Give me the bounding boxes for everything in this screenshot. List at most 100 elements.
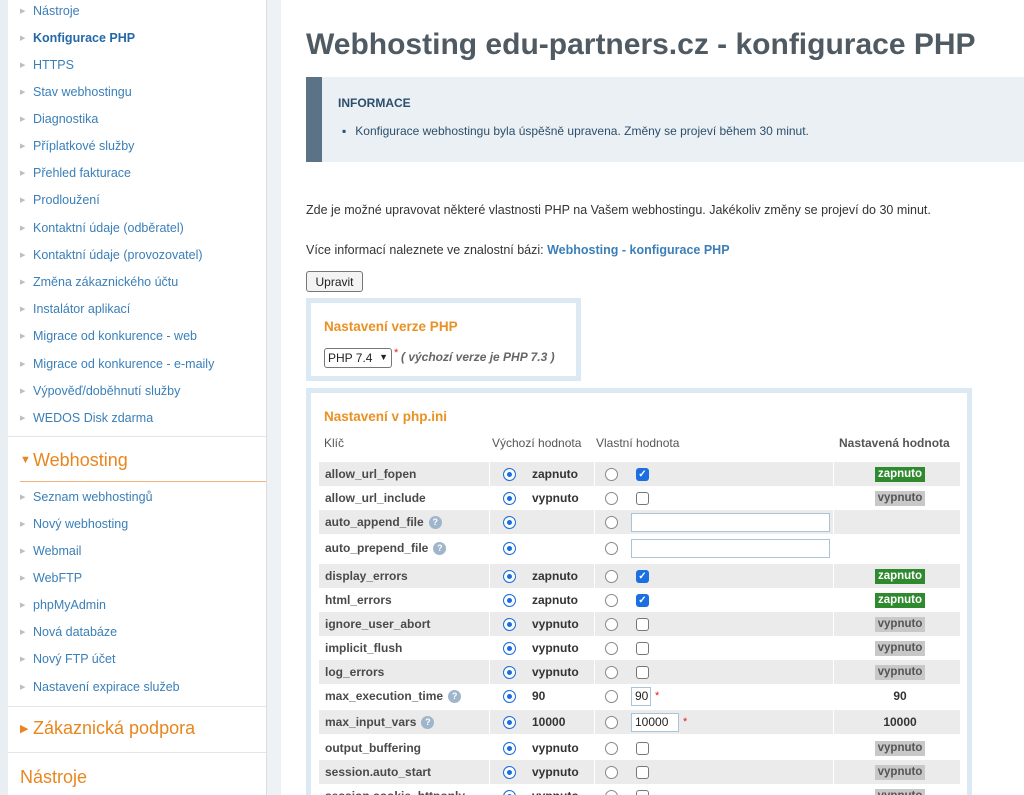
sidebar-section-support[interactable]: ▶ Zákaznická podpora <box>20 715 195 741</box>
caret-right-icon: ▶ <box>20 143 26 150</box>
custom-radio[interactable] <box>605 784 618 795</box>
custom-radio[interactable] <box>605 710 618 734</box>
sidebar-item-0[interactable]: ▶ Nástroje <box>20 1 80 21</box>
custom-radio[interactable] <box>605 536 618 560</box>
custom-radio[interactable] <box>605 510 618 534</box>
set-value: 90 <box>893 689 907 703</box>
custom-checkbox[interactable] <box>636 486 649 510</box>
sidebar-item-11[interactable]: ▶ Instalátor aplikací <box>20 299 130 319</box>
custom-checkbox[interactable]: ✓ <box>636 564 649 588</box>
custom-number-field[interactable]: 10000 <box>631 712 679 732</box>
custom-text-field[interactable] <box>631 538 830 558</box>
radio-selected-icon <box>503 641 516 655</box>
custom-text-input[interactable] <box>631 510 830 534</box>
help-icon[interactable]: ? <box>428 515 442 529</box>
default-radio[interactable] <box>503 564 516 588</box>
default-radio[interactable] <box>503 612 516 636</box>
custom-radio[interactable] <box>605 684 618 708</box>
custom-radio[interactable] <box>605 462 618 486</box>
sidebar-section-webhosting[interactable]: ▼ Webhosting <box>20 447 128 473</box>
ini-key-text: session.cookie_httponly <box>325 789 465 795</box>
default-value: zapnuto <box>532 467 578 481</box>
sidebar-item-4[interactable]: ▶ Diagnostika <box>20 109 98 129</box>
sidebar-item-2[interactable]: ▶ HTTPS <box>20 55 74 75</box>
sidebar-item-6[interactable]: ▶ Přehled fakturace <box>20 163 131 183</box>
custom-radio[interactable] <box>605 760 618 784</box>
ini-key-text: html_errors <box>325 593 392 607</box>
radio-selected-icon <box>503 715 516 729</box>
sidebar-item-3[interactable]: ▶ Stav webhostingu <box>20 82 132 102</box>
custom-checkbox[interactable]: ✓ <box>636 462 649 486</box>
custom-checkbox[interactable] <box>636 636 649 660</box>
sidebar-item-8[interactable]: ▶ Kontaktní údaje (odběratel) <box>20 218 184 238</box>
php-version-select[interactable]: PHP 7.4 ▼ <box>324 348 392 368</box>
status-badge: zapnuto <box>874 568 926 584</box>
sidebar-item-10[interactable]: ▶ Změna zákaznického účtu <box>20 272 178 292</box>
default-radio[interactable] <box>503 510 516 534</box>
checkbox-unchecked-icon <box>636 741 649 755</box>
custom-text-input[interactable] <box>631 536 830 560</box>
sidebar-item-9[interactable]: ▶ Kontaktní údaje (provozovatel) <box>20 245 203 265</box>
sidebar-item-15[interactable]: ▶ WEDOS Disk zdarma <box>20 408 153 428</box>
sidebar-item-7[interactable]: ▶ Prodloužení <box>20 190 100 210</box>
sidebar-webhosting-item-6[interactable]: ▶ Nový FTP účet <box>20 649 115 669</box>
default-value: vypnuto <box>532 617 579 631</box>
custom-radio[interactable] <box>605 612 618 636</box>
default-radio[interactable] <box>503 536 516 560</box>
kb-link[interactable]: Webhosting - konfigurace PHP <box>547 243 729 257</box>
sidebar-item-12[interactable]: ▶ Migrace od konkurence - web <box>20 326 197 346</box>
sidebar-item-14[interactable]: ▶ Výpověď/doběhnutí služby <box>20 381 180 401</box>
sidebar-webhosting-item-2[interactable]: ▶ Webmail <box>20 541 81 561</box>
radio-unselected-icon <box>605 491 618 505</box>
sidebar-webhosting-item-1[interactable]: ▶ Nový webhosting <box>20 514 128 534</box>
sidebar-webhosting-item-5[interactable]: ▶ Nová databáze <box>20 622 117 642</box>
edit-button[interactable]: Upravit <box>306 271 363 292</box>
custom-checkbox[interactable] <box>636 760 649 784</box>
default-radio[interactable] <box>503 462 516 486</box>
custom-checkbox[interactable]: ✓ <box>636 588 649 612</box>
help-icon[interactable]: ? <box>421 715 435 729</box>
set-value-badge: vypnuto <box>870 612 930 636</box>
default-radio[interactable] <box>503 660 516 684</box>
default-value: 10000 <box>532 715 566 729</box>
custom-text-field[interactable] <box>631 512 830 532</box>
default-radio[interactable] <box>503 736 516 760</box>
sidebar-webhosting-item-0[interactable]: ▶ Seznam webhostingů <box>20 487 153 507</box>
custom-radio[interactable] <box>605 636 618 660</box>
caret-right-icon: ▶ <box>20 170 26 177</box>
custom-checkbox[interactable] <box>636 612 649 636</box>
custom-checkbox[interactable] <box>636 784 649 795</box>
help-icon[interactable]: ? <box>448 689 462 703</box>
custom-number-input[interactable]: 90 * <box>631 684 659 708</box>
custom-radio[interactable] <box>605 660 618 684</box>
custom-radio[interactable] <box>605 486 618 510</box>
custom-checkbox[interactable] <box>636 660 649 684</box>
set-value-badge: zapnuto <box>870 564 930 588</box>
radio-unselected-icon <box>605 467 618 481</box>
default-radio[interactable] <box>503 684 516 708</box>
sidebar-item-13[interactable]: ▶ Migrace od konkurence - e-maily <box>20 354 214 374</box>
custom-checkbox[interactable] <box>636 736 649 760</box>
ini-key: output_buffering <box>325 736 421 760</box>
php-ini-title: Nastavení v php.ini <box>324 409 448 424</box>
default-radio[interactable] <box>503 760 516 784</box>
default-radio[interactable] <box>503 486 516 510</box>
sidebar-webhosting-item-3[interactable]: ▶ WebFTP <box>20 568 82 588</box>
sidebar-item-label: WEDOS Disk zdarma <box>33 411 154 425</box>
sidebar-item-1[interactable]: ▶ Konfigurace PHP <box>20 28 135 48</box>
custom-radio[interactable] <box>605 736 618 760</box>
sidebar-webhosting-item-7[interactable]: ▶ Nastavení expirace služeb <box>20 677 180 697</box>
default-radio[interactable] <box>503 784 516 795</box>
sidebar-section-tools[interactable]: Nástroje <box>20 764 87 790</box>
default-radio[interactable] <box>503 710 516 734</box>
custom-radio[interactable] <box>605 564 618 588</box>
custom-radio[interactable] <box>605 588 618 612</box>
default-radio[interactable] <box>503 588 516 612</box>
help-icon[interactable]: ? <box>433 541 447 555</box>
sidebar-webhosting-item-4[interactable]: ▶ phpMyAdmin <box>20 595 106 615</box>
default-radio[interactable] <box>503 636 516 660</box>
sidebar-item-5[interactable]: ▶ Příplatkové služby <box>20 136 134 156</box>
custom-number-input[interactable]: 10000 * <box>631 710 687 734</box>
default-value: vypnuto <box>532 641 579 655</box>
custom-number-field[interactable]: 90 <box>631 686 651 706</box>
